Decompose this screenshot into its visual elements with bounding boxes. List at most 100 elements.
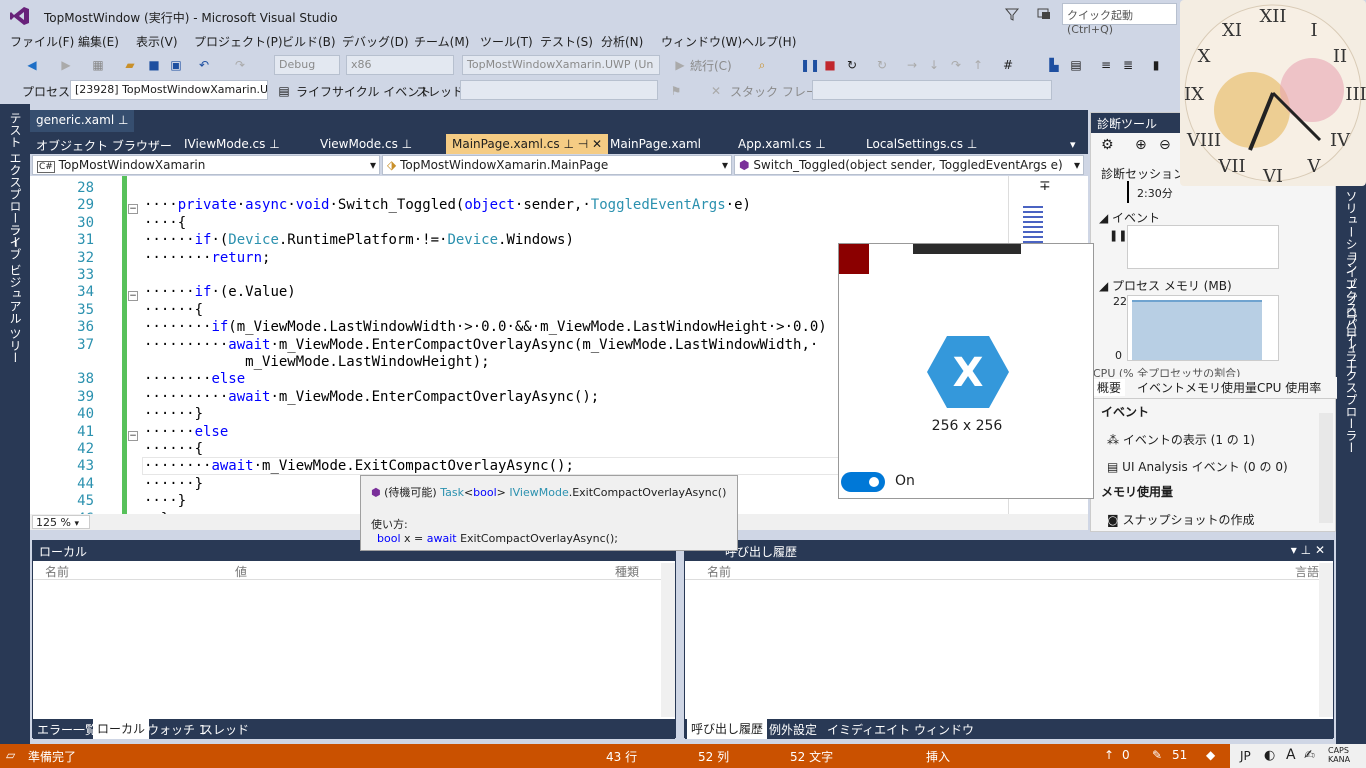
pin-icon[interactable]: ⊥	[402, 137, 412, 151]
filter-icon[interactable]	[1004, 6, 1020, 22]
pause-icon[interactable]: ❚❚	[800, 57, 820, 73]
tab-memory-usage[interactable]: メモリ使用量	[1185, 379, 1257, 396]
split-view-icon[interactable]: ∓	[1039, 178, 1051, 194]
tab-cpu-usage[interactable]: CPU 使用率	[1257, 379, 1321, 396]
live-visual-tree-tab[interactable]: ライブ ビジュアル ツリー	[7, 224, 24, 364]
ime-label[interactable]: JP	[1240, 749, 1251, 763]
menu-edit[interactable]: 編集(E)	[78, 33, 119, 50]
pin-icon[interactable]: ⊥	[269, 137, 279, 151]
step-into-icon[interactable]: ↓	[926, 57, 942, 73]
input-mode-icon[interactable]: A	[1286, 747, 1296, 763]
ui-analysis-link[interactable]: ▤ UI Analysis イベント (0 の 0)	[1107, 458, 1288, 475]
show-events-link[interactable]: ⁂ イベントの表示 (1 の 1)	[1107, 431, 1255, 448]
menu-help[interactable]: ヘルプ(H)	[742, 33, 796, 50]
tab-locals[interactable]: ローカル	[93, 719, 150, 739]
back-icon[interactable]: ◀	[24, 57, 40, 73]
close-icon[interactable]: ✕	[1315, 543, 1325, 557]
new-project-icon[interactable]: ▦	[90, 57, 106, 73]
zoom-in-icon[interactable]: ⊕	[1135, 137, 1147, 153]
feedback-icon[interactable]	[1036, 6, 1052, 22]
process-select[interactable]: [23928] TopMostWindowXamarin.U	[70, 80, 268, 100]
on-toggle-switch[interactable]	[841, 472, 885, 492]
tab-summary[interactable]: 概要	[1093, 379, 1126, 396]
hex-display-icon[interactable]: #	[1000, 57, 1016, 73]
uncomment-icon[interactable]: ≣	[1120, 57, 1136, 73]
menu-team[interactable]: チーム(M)	[414, 33, 469, 50]
undo-icon[interactable]: ↶	[196, 57, 212, 73]
forward-icon[interactable]: ▶	[58, 57, 74, 73]
hot-reload-icon[interactable]: ↻	[874, 57, 890, 73]
quick-launch-input[interactable]: クイック起動 (Ctrl+Q)	[1062, 3, 1177, 36]
tab-overflow-icon[interactable]: ▾	[1070, 138, 1076, 151]
show-next-statement-icon[interactable]: →	[904, 57, 920, 73]
tab-error-list[interactable]: エラー一覧	[37, 721, 97, 738]
stop-icon[interactable]: ■	[822, 57, 838, 73]
locals-scrollbar[interactable]	[661, 563, 675, 717]
pin-icon[interactable]: ⊥	[815, 137, 825, 151]
col-name[interactable]: 名前	[707, 563, 731, 580]
continue-button[interactable]: 続行(C)	[690, 57, 732, 74]
tab-immediate-window[interactable]: イミディエイト ウィンドウ	[827, 721, 974, 738]
zoom-select[interactable]: 125 % ▾	[32, 515, 90, 529]
step-out-icon[interactable]: ↑	[970, 57, 986, 73]
col-language[interactable]: 言語	[1295, 563, 1319, 580]
git-diamond-icon[interactable]: ◆	[1206, 748, 1215, 762]
continue-icon[interactable]: ▶	[672, 57, 688, 73]
collapse-icon[interactable]: −	[128, 291, 138, 301]
collapse-icon[interactable]: −	[128, 431, 138, 441]
menu-tools[interactable]: ツール(T)	[480, 33, 533, 50]
comment-out-icon[interactable]: ≡	[1098, 57, 1114, 73]
publish-up-icon[interactable]: ↑	[1104, 748, 1114, 762]
pin-icon[interactable]: ⊥	[967, 137, 977, 151]
tab-watch1[interactable]: ウォッチ 1	[147, 721, 206, 738]
col-value[interactable]: 値	[235, 563, 247, 580]
toggle-bookmark-icon[interactable]: ▮	[1148, 57, 1164, 73]
tab-app-xaml-cs[interactable]: App.xaml.cs ⊥	[732, 134, 832, 156]
call-stack-scrollbar[interactable]	[1319, 563, 1333, 717]
menu-window[interactable]: ウィンドウ(W)	[661, 33, 742, 50]
open-file-icon[interactable]: ▰	[122, 57, 138, 73]
col-type[interactable]: 種類	[615, 563, 639, 580]
solution-platform-select[interactable]: x86	[346, 55, 454, 75]
class-nav-select[interactable]: ⬗ TopMostWindowXamarin.MainPage ▾	[382, 155, 732, 175]
settings-gear-icon[interactable]: ⚙	[1101, 137, 1114, 153]
flag-threads-icon[interactable]: ⚑	[668, 83, 684, 99]
title-grip[interactable]	[913, 244, 1021, 254]
menu-project[interactable]: プロジェクト(P)	[194, 33, 283, 50]
pencil-icon[interactable]: ✎	[1152, 748, 1162, 762]
solution-config-select[interactable]: Debug	[274, 55, 340, 75]
tab-exception-settings[interactable]: 例外設定	[769, 721, 817, 738]
bookmark-prev-icon[interactable]: ▙	[1046, 57, 1062, 73]
menu-build[interactable]: ビルド(B)	[282, 33, 336, 50]
startup-project-select[interactable]: TopMostWindowXamarin.UWP (Un	[462, 55, 660, 75]
member-nav-select[interactable]: ⬢ Switch_Toggled(object sender, ToggledE…	[734, 155, 1084, 175]
pin-icon[interactable]: ⊥	[1301, 543, 1311, 557]
find-in-files-icon[interactable]: ⌕	[754, 57, 770, 73]
menu-analyze[interactable]: 分析(N)	[601, 33, 643, 50]
tab-call-stack[interactable]: 呼び出し履歴	[687, 719, 768, 739]
tab-object-browser[interactable]: オブジェクト ブラウザー	[30, 134, 178, 156]
tab-threads[interactable]: スレッド	[201, 721, 249, 738]
tab-iviewmode-cs[interactable]: IViewMode.cs ⊥	[178, 134, 286, 156]
diag-scrollbar[interactable]	[1319, 413, 1333, 523]
ime-mode-icon[interactable]: ◐	[1264, 748, 1275, 763]
menu-debug[interactable]: デバッグ(D)	[342, 33, 409, 50]
toggle-flag-icon[interactable]: ✕	[708, 83, 724, 99]
tab-mainpage-xaml-cs[interactable]: MainPage.xaml.cs ⊥ ⊣ ✕	[446, 134, 609, 156]
close-icon[interactable]: ✕	[592, 137, 602, 151]
stack-frame-select[interactable]	[812, 80, 1052, 100]
restart-icon[interactable]: ↻	[844, 57, 860, 73]
bookmark-next-icon[interactable]: ▤	[1068, 57, 1084, 73]
tab-viewmode-cs[interactable]: ViewMode.cs ⊥	[314, 134, 418, 156]
ime-pad-icon[interactable]: ✍	[1304, 748, 1315, 763]
unpin-icon[interactable]: ⊣	[578, 137, 588, 151]
save-icon[interactable]: ■	[146, 57, 162, 73]
menu-test[interactable]: テスト(S)	[540, 33, 593, 50]
lifecycle-events-button[interactable]: ライフサイクル イベント	[296, 83, 431, 100]
step-over-icon[interactable]: ↷	[948, 57, 964, 73]
collapse-icon[interactable]: −	[128, 204, 138, 214]
save-all-icon[interactable]: ▣	[168, 57, 184, 73]
menu-file[interactable]: ファイル(F)	[10, 33, 74, 50]
pin-icon[interactable]: ⊥	[118, 113, 128, 127]
tab-events[interactable]: イベント	[1137, 379, 1185, 396]
